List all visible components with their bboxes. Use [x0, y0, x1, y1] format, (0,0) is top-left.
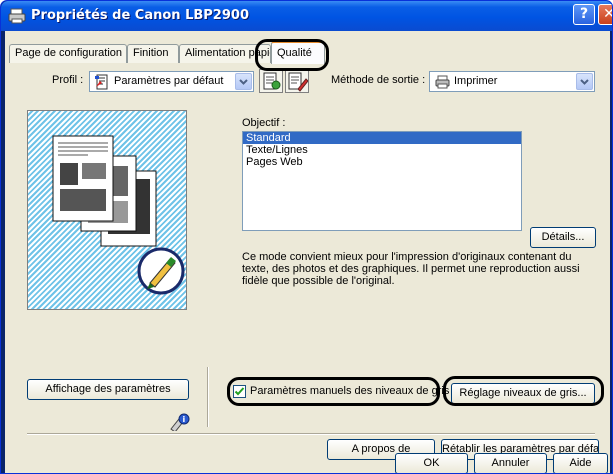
document-edit-icon [288, 72, 309, 92]
profile-edit-button[interactable] [285, 69, 309, 93]
output-method-select[interactable]: Imprimer [429, 71, 595, 92]
vertical-divider [207, 367, 209, 427]
list-item[interactable]: Pages Web [243, 156, 521, 168]
dialog-client: Page de configuration Finition Alimentat… [5, 31, 610, 473]
output-method-value: Imprimer [454, 75, 498, 87]
ok-button[interactable]: OK [395, 453, 468, 473]
svg-text:i: i [183, 415, 186, 424]
chevron-down-icon [580, 79, 589, 85]
quality-preview-image [27, 110, 187, 310]
profile-value: Paramètres par défaut [114, 75, 224, 87]
chevron-down-icon [239, 79, 248, 85]
check-icon [234, 387, 245, 396]
objective-label: Objectif : [242, 117, 286, 129]
tab-quality[interactable]: Qualité [271, 41, 325, 64]
info-icon[interactable]: i [169, 413, 191, 431]
dialog-window: Propriétés de Canon LBP2900 ? ✕ Page de … [0, 0, 613, 474]
tab-page-setup[interactable]: Page de configuration [9, 44, 127, 63]
profile-label: Profil : [52, 74, 84, 86]
tab-paper-source[interactable]: Alimentation papier [179, 44, 271, 63]
document-preview-illustration [52, 135, 185, 295]
profile-add-button[interactable] [259, 69, 283, 93]
profile-dropdown-button[interactable] [235, 73, 252, 90]
help-button[interactable]: Aide [553, 453, 608, 473]
output-method-label: Méthode de sortie : [331, 74, 426, 86]
list-item[interactable]: Standard [243, 132, 521, 144]
manual-gray-checkbox[interactable] [233, 385, 246, 398]
objective-description: Ce mode convient mieux pour l'impression… [242, 251, 580, 287]
output-method-dropdown-button[interactable] [576, 73, 593, 90]
details-button[interactable]: Détails... [530, 227, 596, 248]
title-bar[interactable]: Propriétés de Canon LBP2900 ? ✕ [1, 1, 612, 31]
help-title-button[interactable]: ? [573, 4, 595, 25]
cancel-button[interactable]: Annuler [474, 453, 547, 473]
profile-select[interactable]: Paramètres par défaut [89, 71, 254, 92]
document-settings-icon [263, 72, 281, 90]
separator [27, 433, 595, 435]
list-item[interactable]: Texte/Lignes [243, 144, 521, 156]
printer-icon [8, 8, 26, 24]
tab-finishing[interactable]: Finition [127, 44, 179, 63]
gray-adjust-button[interactable]: Réglage niveaux de gris... [451, 383, 595, 404]
window-title: Propriétés de Canon LBP2900 [31, 8, 249, 23]
objective-listbox[interactable]: Standard Texte/Lignes Pages Web [242, 131, 522, 231]
manual-gray-label[interactable]: Paramètres manuels des niveaux de gris [250, 385, 449, 397]
printer-icon [435, 75, 450, 89]
close-button[interactable]: ✕ [598, 4, 612, 25]
show-settings-button[interactable]: Affichage des paramètres [27, 379, 189, 400]
profile-icon [95, 74, 108, 90]
